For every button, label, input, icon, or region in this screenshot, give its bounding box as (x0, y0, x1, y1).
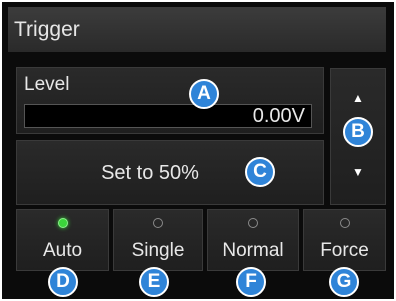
led-indicator-icon (57, 218, 68, 228)
led-indicator-icon (153, 218, 163, 228)
callout-c-badge: C (245, 157, 275, 187)
led-indicator-icon (248, 218, 258, 228)
set-to-50-button[interactable]: Set to 50% (16, 140, 324, 205)
level-down-icon[interactable]: ▼ (331, 165, 385, 179)
level-label: Level (24, 74, 70, 95)
mode-label: Single (131, 240, 185, 261)
mode-normal-button[interactable]: Normal (207, 209, 299, 271)
mode-force-button[interactable]: Force (303, 209, 386, 271)
mode-single-button[interactable]: Single (113, 209, 203, 271)
level-value-field[interactable]: 0.00V (24, 104, 312, 128)
level-up-icon[interactable]: ▲ (331, 91, 385, 105)
mode-auto-button[interactable]: Auto (16, 209, 109, 271)
callout-g-badge: G (329, 267, 359, 297)
callout-a-badge: A (189, 79, 219, 109)
callout-b-badge: B (343, 117, 373, 147)
callout-e-badge: E (139, 267, 169, 297)
callout-f-badge: F (236, 267, 266, 297)
callout-d-badge: D (48, 267, 78, 297)
panel-title: Trigger (8, 7, 386, 52)
led-indicator-icon (339, 218, 350, 228)
mode-label: Normal (222, 240, 284, 261)
mode-label: Force (320, 240, 369, 261)
level-control[interactable]: Level 0.00V (16, 67, 324, 134)
mode-label: Auto (42, 240, 83, 261)
